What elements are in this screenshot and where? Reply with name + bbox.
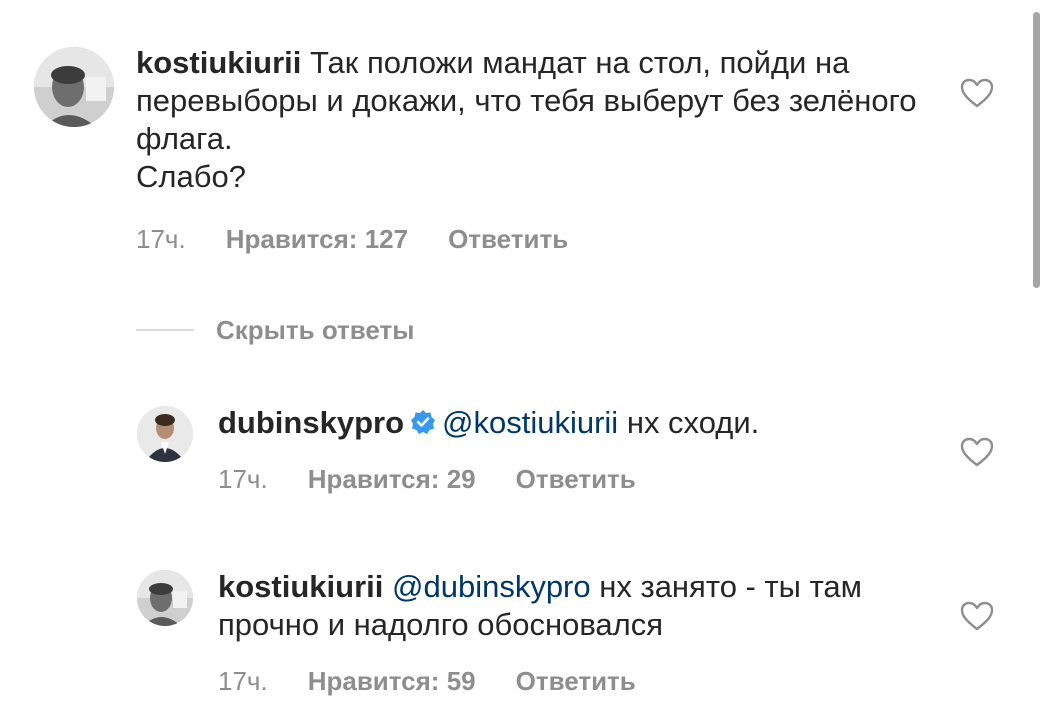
avatar-photo [137, 570, 193, 626]
comment-body: kostiukiurii Так положи мандат на стол, … [136, 44, 926, 196]
heart-icon[interactable] [960, 601, 994, 631]
reply-meta: 17ч. Нравится: 29 Ответить [218, 464, 636, 494]
reply-body: kostiukiurii @dubinskypro нх занято - ты… [218, 568, 918, 644]
reply-time: 17ч. [218, 464, 268, 494]
reply-mention[interactable]: @dubinskypro [392, 569, 591, 604]
heart-icon[interactable] [960, 437, 994, 467]
comment-meta: 17ч. Нравится: 127 Ответить [136, 224, 568, 254]
avatar[interactable] [137, 406, 193, 462]
reply-body: dubinskypro @kostiukiurii нх сходи. [218, 404, 938, 442]
comment-time: 17ч. [136, 224, 186, 254]
comment-text-line2: Слабо? [136, 159, 246, 194]
comment-username[interactable]: kostiukiurii [136, 45, 301, 80]
comment-likes[interactable]: Нравится: 127 [226, 224, 408, 254]
reply-username[interactable]: kostiukiurii [218, 569, 383, 604]
scrollbar[interactable] [1033, 12, 1040, 288]
hide-replies-label: Скрыть ответы [216, 314, 415, 345]
avatar[interactable] [137, 570, 193, 626]
reply-username[interactable]: dubinskypro [218, 405, 404, 440]
hide-replies-toggle[interactable]: Скрыть ответы [136, 312, 414, 348]
avatar[interactable] [34, 47, 114, 127]
reply-time: 17ч. [218, 666, 268, 696]
reply-button[interactable]: Ответить [516, 666, 636, 696]
reply-button[interactable]: Ответить [516, 464, 636, 494]
reply-mention[interactable]: @kostiukiurii [442, 405, 618, 440]
reply-button[interactable]: Ответить [448, 224, 568, 254]
avatar-photo [137, 406, 193, 462]
reply-meta: 17ч. Нравится: 59 Ответить [218, 666, 636, 696]
reply-text: нх сходи. [626, 405, 760, 440]
reply-likes[interactable]: Нравится: 29 [308, 464, 476, 494]
verified-badge-icon [411, 410, 436, 434]
divider-line [136, 329, 194, 331]
heart-icon[interactable] [960, 78, 994, 108]
avatar-photo [34, 47, 114, 127]
reply-likes[interactable]: Нравится: 59 [308, 666, 476, 696]
